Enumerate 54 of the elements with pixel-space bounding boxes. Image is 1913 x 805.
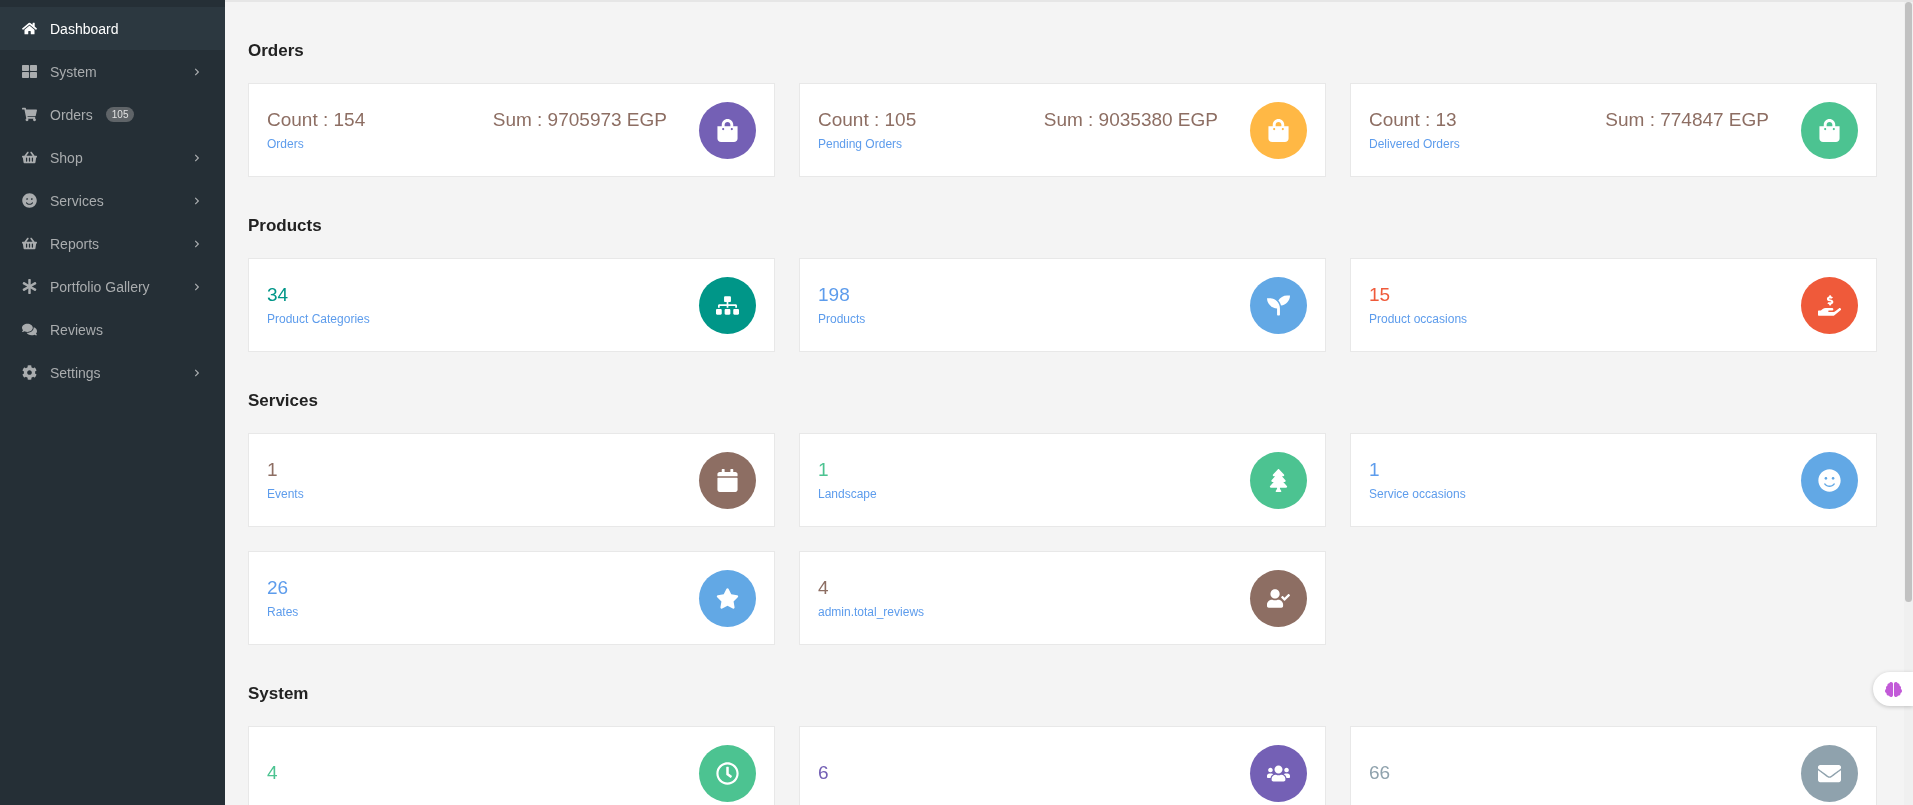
sidebar-item[interactable]: System bbox=[0, 50, 225, 93]
stat-sum: Sum : 9705973 EGP bbox=[492, 109, 667, 131]
stat-value: 198 bbox=[818, 284, 850, 306]
stat-label: Landscape bbox=[818, 487, 878, 501]
stat-label: admin.total_reviews bbox=[818, 605, 926, 619]
cart-icon bbox=[22, 107, 37, 122]
stat-value: 4 bbox=[267, 762, 278, 784]
sidebar-item[interactable]: Reports bbox=[0, 222, 225, 265]
scrollbar[interactable] bbox=[1904, 2, 1913, 805]
chat-bubbles-icon bbox=[22, 322, 37, 337]
stat-value: 66 bbox=[1369, 762, 1391, 784]
stat-sum: Sum : 9035380 EGP bbox=[1043, 109, 1218, 131]
sidebar-item[interactable]: Services bbox=[0, 179, 225, 222]
stat-value: 1 bbox=[1369, 459, 1380, 481]
stat-value: 15 bbox=[1369, 284, 1391, 306]
stat-value: Count : 13 bbox=[1369, 109, 1457, 131]
section-heading: Services bbox=[248, 391, 319, 411]
stat-label: Pending Orders bbox=[818, 137, 904, 151]
asterisk-icon bbox=[22, 279, 37, 294]
count-badge: 105 bbox=[105, 107, 135, 122]
smiley-icon bbox=[22, 193, 37, 208]
stat-value: 26 bbox=[267, 577, 289, 599]
stat-value: 1 bbox=[267, 459, 278, 481]
stat-value: Count : 105 bbox=[818, 109, 917, 131]
stat-label: Rates bbox=[267, 605, 300, 619]
stat-label: Products bbox=[818, 312, 867, 326]
basket-icon bbox=[22, 150, 37, 165]
stat-sum: Sum : 774847 EGP bbox=[1605, 109, 1769, 131]
stat-value: Count : 154 bbox=[267, 109, 366, 131]
sidebar-item[interactable]: Reviews bbox=[0, 308, 225, 351]
sidebar-item[interactable]: Portfolio Gallery bbox=[0, 265, 225, 308]
stat-value: 34 bbox=[267, 284, 289, 306]
stat-label: Events bbox=[267, 487, 305, 501]
stat-label: Orders bbox=[267, 137, 305, 151]
stat-label: Delivered Orders bbox=[1369, 137, 1461, 151]
stat-label: Product occasions bbox=[1369, 312, 1469, 326]
gear-icon bbox=[22, 365, 37, 380]
sidebar-item[interactable]: Dashboard bbox=[0, 7, 225, 50]
section-heading: Orders bbox=[248, 41, 305, 61]
stat-label: Product Categories bbox=[267, 312, 371, 326]
sidebar-item[interactable]: Settings bbox=[0, 351, 225, 394]
stat-value: 6 bbox=[818, 762, 829, 784]
stat-value: 4 bbox=[818, 577, 829, 599]
floating-button[interactable] bbox=[1873, 672, 1913, 706]
sidebar-item[interactable]: Orders 105 bbox=[0, 93, 225, 136]
stat-value: 1 bbox=[818, 459, 829, 481]
stat-label: Service occasions bbox=[1369, 487, 1467, 501]
section-heading: System bbox=[248, 684, 310, 704]
section-heading: Products bbox=[248, 216, 323, 236]
home-icon bbox=[22, 21, 37, 36]
grid-icon bbox=[22, 64, 37, 79]
sidebar-item[interactable]: Shop bbox=[0, 136, 225, 179]
basket-icon bbox=[22, 236, 37, 251]
brain-icon bbox=[1884, 680, 1902, 698]
